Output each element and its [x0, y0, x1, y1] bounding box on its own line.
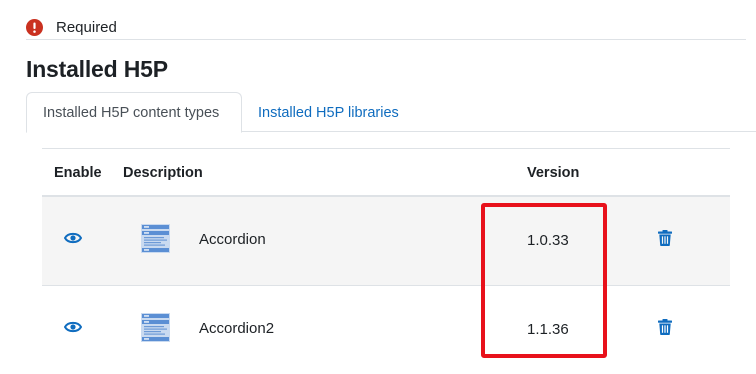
- tab-bar: Installed H5P content types Installed H5…: [26, 92, 756, 133]
- content-type-name: Accordion: [199, 231, 266, 248]
- required-label: Required: [56, 18, 117, 36]
- eye-icon[interactable]: [63, 231, 83, 250]
- content-type-version: 1.0.33: [527, 232, 569, 249]
- accordion-thumbnail-icon: [141, 313, 170, 342]
- table-row: Accordion2 1.1.36: [42, 286, 730, 374]
- exclamation-circle-icon: [26, 18, 43, 36]
- content-types-table: Enable Description Version Accordion 1.0…: [42, 148, 730, 374]
- table-header: Enable Description Version: [42, 149, 730, 197]
- tab-installed-content-types[interactable]: Installed H5P content types: [26, 92, 242, 133]
- tab-installed-libraries[interactable]: Installed H5P libraries: [242, 92, 415, 133]
- header-description[interactable]: Description: [123, 165, 203, 181]
- content-type-version: 1.1.36: [527, 321, 569, 338]
- header-version[interactable]: Version: [527, 165, 579, 181]
- table-row: Accordion 1.0.33: [42, 197, 730, 286]
- trash-icon[interactable]: [658, 319, 672, 340]
- page-title: Installed H5P: [26, 56, 168, 82]
- eye-icon[interactable]: [63, 320, 83, 339]
- required-notice: Required: [26, 15, 117, 39]
- divider: [26, 39, 746, 40]
- accordion-thumbnail-icon: [141, 224, 170, 253]
- content-type-name: Accordion2: [199, 320, 275, 337]
- trash-icon[interactable]: [658, 230, 672, 251]
- header-enable[interactable]: Enable: [54, 165, 102, 181]
